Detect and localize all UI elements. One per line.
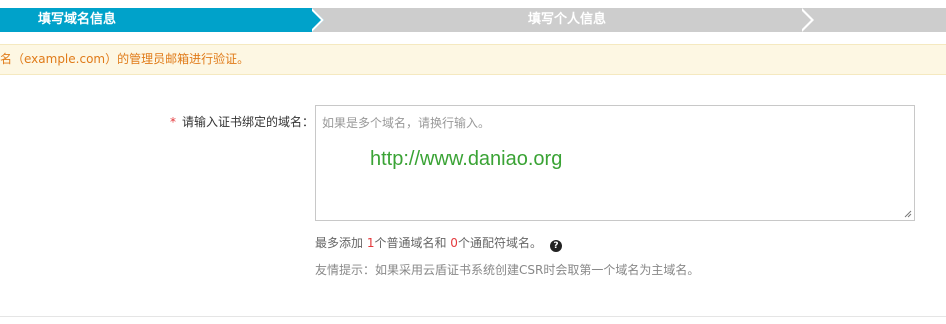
divider (0, 316, 946, 317)
limit-middle: 个普通域名和 (374, 236, 451, 250)
resize-handle-icon[interactable] (904, 210, 912, 218)
domain-label-text: 请输入证书绑定的域名： (181, 115, 314, 129)
domain-value: http://www.daniao.org (370, 148, 563, 170)
notice-bar: 名（example.com）的管理员邮箱进行验证。 (0, 44, 946, 75)
required-mark: * (169, 115, 176, 129)
limit-prefix: 最多添加 (315, 236, 367, 250)
notice-text: 名（example.com）的管理员邮箱进行验证。 (0, 52, 250, 66)
friendly-tip: 友情提示：如果采用云盾证书系统创建CSR时会取第一个域名为主域名。 (315, 263, 700, 277)
step-progress-bar: 填写域名信息 填写个人信息 (0, 8, 946, 32)
domain-field-label: * 请输入证书绑定的域名： (170, 113, 314, 130)
step-separator-2-fill (799, 8, 811, 32)
domain-placeholder: 如果是多个域名，请换行输入。 (322, 116, 491, 130)
step-1-label: 填写域名信息 (38, 12, 117, 27)
domain-textarea[interactable]: 如果是多个域名，请换行输入。 http://www.daniao.org (315, 105, 915, 221)
wildcard-domain-count: 0 (450, 236, 458, 250)
domain-limit-hint: 最多添加 1个普通域名和 0个通配符域名。? (315, 234, 562, 252)
limit-suffix: 个通配符域名。 (457, 236, 542, 250)
step-2-label: 填写个人信息 (528, 12, 607, 27)
question-circle-icon[interactable]: ? (549, 240, 562, 252)
step-1-arrow-fill (309, 8, 321, 32)
